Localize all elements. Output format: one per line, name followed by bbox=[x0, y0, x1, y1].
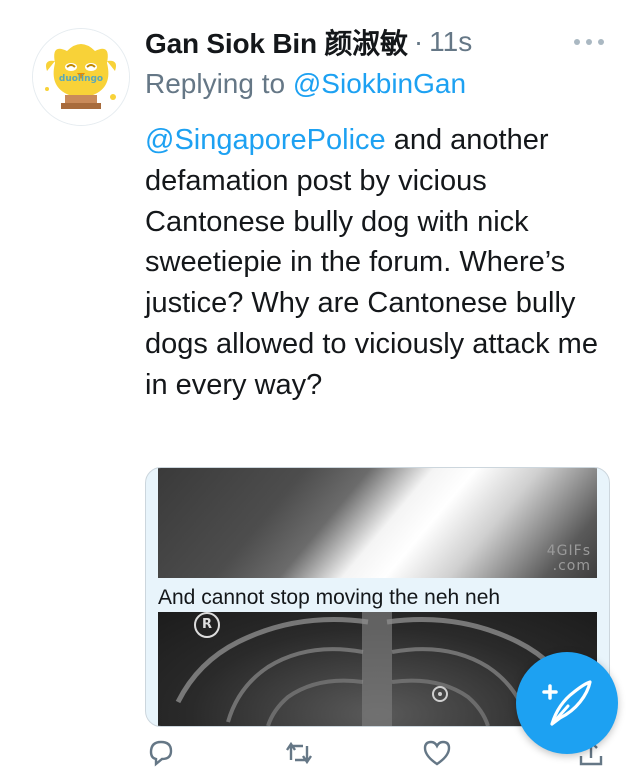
display-name[interactable]: Gan Siok Bin 颜淑敏 bbox=[145, 22, 408, 62]
watermark: 4GIFs .com bbox=[546, 543, 591, 574]
timestamp[interactable]: 11s bbox=[429, 26, 472, 58]
reply-icon bbox=[149, 740, 173, 767]
reply-to-mention[interactable]: @SiokbinGan bbox=[293, 68, 466, 99]
retweet-icon bbox=[286, 741, 312, 765]
tweet-body: and another defamation post by vicious C… bbox=[145, 124, 598, 401]
reply-button[interactable] bbox=[145, 738, 177, 768]
r-marker: R bbox=[194, 612, 220, 638]
compose-tweet-button[interactable] bbox=[516, 652, 618, 754]
replying-to-label: Replying to bbox=[145, 68, 286, 99]
tweet-header: Gan Siok Bin 颜淑敏 · 11s bbox=[145, 22, 615, 62]
separator-dot: · bbox=[413, 26, 424, 57]
replying-to: Replying to @SiokbinGan bbox=[145, 68, 615, 100]
compose-tweet-icon bbox=[542, 680, 592, 726]
xray-image-top: 4GIFs .com bbox=[158, 468, 597, 578]
avatar[interactable]: duolingo bbox=[32, 28, 130, 126]
svg-text:duolingo: duolingo bbox=[59, 74, 103, 84]
like-button[interactable] bbox=[421, 738, 453, 768]
media-caption: And cannot stop moving the neh neh bbox=[158, 586, 501, 609]
tweet-text: @SingaporePolice and another defamation … bbox=[145, 120, 615, 406]
mention-link[interactable]: @SingaporePolice bbox=[145, 124, 386, 156]
duolingo-owl-logo: duolingo bbox=[33, 29, 129, 125]
more-horizontal-icon[interactable] bbox=[571, 34, 607, 50]
heart-icon bbox=[423, 740, 451, 766]
retweet-button[interactable] bbox=[283, 738, 315, 768]
